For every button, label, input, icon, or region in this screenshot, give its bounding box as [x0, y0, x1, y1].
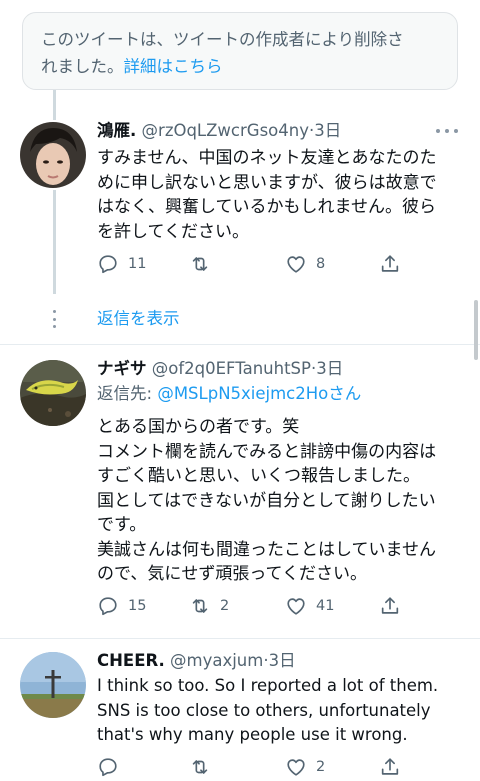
reply-icon — [99, 255, 117, 274]
reply-count: 15 — [128, 598, 147, 614]
share-button[interactable] — [379, 754, 401, 780]
divider — [0, 638, 480, 639]
like-count: 8 — [316, 256, 326, 272]
learn-more-link[interactable]: 詳細はこちら — [124, 57, 223, 76]
deleted-notice-line2: れました。 — [41, 57, 124, 76]
user-handle[interactable]: @myaxjum — [170, 651, 263, 670]
reply-button[interactable]: 15 — [97, 593, 146, 619]
thread-line-top — [53, 90, 56, 120]
tweet-thread-page: このツイートは、ツイートの作成者により削除さ れました。詳細はこちら 鴻雁. @… — [0, 0, 480, 781]
divider — [0, 344, 480, 345]
timestamp[interactable]: 3日 — [314, 121, 341, 140]
display-name[interactable]: 鴻雁. — [97, 121, 136, 140]
tweet-header: ナギサ @of2q0EFTanuhtSP·3日 — [97, 359, 344, 378]
tweet-text: I think so too. So I reported a lot of t… — [97, 676, 439, 744]
deleted-notice-line1: このツイートは、ツイートの作成者により削除さ — [41, 30, 404, 49]
retweet-icon — [192, 599, 208, 613]
like-button[interactable]: 8 — [285, 251, 325, 277]
share-icon — [381, 758, 399, 775]
retweet-icon — [192, 760, 208, 774]
reply-count: 11 — [128, 256, 147, 272]
timestamp[interactable]: 3日 — [269, 651, 296, 670]
display-name[interactable]: CHEER. — [97, 651, 165, 670]
user-handle[interactable]: @of2q0EFTanuhtSP — [152, 359, 311, 378]
retweet-button[interactable] — [189, 754, 220, 780]
tweet-actions: 11 8 — [97, 251, 417, 277]
retweet-count: 2 — [220, 598, 230, 614]
thread-dots-icon — [51, 310, 57, 328]
display-name[interactable]: ナギサ — [97, 359, 147, 378]
retweet-icon — [192, 257, 208, 271]
tweet-text: とある国からの者です。笑 コメント欄を読んでみると誹謗中傷の内容は すごく酷いと… — [97, 417, 437, 584]
replying-label: 返信先: — [97, 384, 158, 403]
tweet-actions: 2 — [97, 754, 417, 780]
avatar[interactable] — [20, 122, 86, 188]
tweet-text: すみません、中国のネット友達とあなたのた めに申し訳ないと思いますが、彼らは故意… — [97, 148, 437, 242]
like-count: 2 — [316, 759, 326, 775]
like-button[interactable]: 41 — [285, 593, 334, 619]
like-count: 41 — [316, 598, 335, 614]
like-icon — [287, 598, 305, 615]
tweet-header: CHEER. @myaxjum·3日 — [97, 651, 296, 670]
like-icon — [287, 759, 305, 776]
deleted-tweet-notice: このツイートは、ツイートの作成者により削除さ れました。詳細はこちら — [22, 12, 458, 90]
show-replies-link[interactable]: 返信を表示 — [97, 307, 180, 331]
tweet-header: 鴻雁. @rzOqLZwcrGso4ny·3日 — [97, 121, 342, 140]
share-button[interactable] — [379, 251, 401, 277]
avatar[interactable] — [20, 652, 86, 718]
like-button[interactable]: 2 — [285, 754, 325, 780]
scrollbar[interactable] — [474, 300, 478, 360]
reply-button[interactable] — [97, 754, 128, 780]
timestamp[interactable]: 3日 — [316, 359, 343, 378]
retweet-button[interactable] — [189, 251, 220, 277]
share-button[interactable] — [379, 593, 401, 619]
like-icon — [287, 256, 305, 273]
thread-line-middle — [53, 190, 56, 294]
reply-icon — [99, 597, 117, 616]
tweet-actions: 15 2 41 — [97, 593, 417, 619]
share-icon — [381, 597, 399, 614]
avatar[interactable] — [20, 360, 86, 426]
reply-button[interactable]: 11 — [97, 251, 146, 277]
mention-link[interactable]: @MSLpN5xiejmc2Hoさん — [157, 384, 361, 403]
reply-icon — [99, 758, 117, 777]
more-icon[interactable] — [436, 128, 458, 134]
share-icon — [381, 255, 399, 272]
user-handle[interactable]: @rzOqLZwcrGso4ny — [142, 121, 309, 140]
replying-to: 返信先: @MSLpN5xiejmc2Hoさん — [97, 382, 361, 406]
retweet-button[interactable]: 2 — [189, 593, 229, 619]
